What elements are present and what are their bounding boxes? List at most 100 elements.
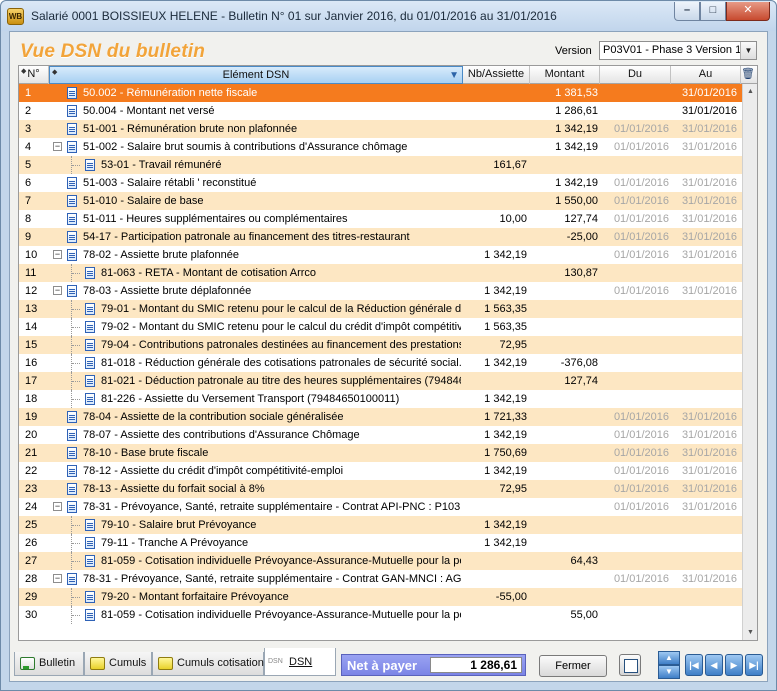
au-cell xyxy=(673,534,737,552)
trash-icon[interactable]: 🗑 xyxy=(741,68,755,81)
tree-connector xyxy=(72,597,80,598)
table-row[interactable]: 29 79-20 - Montant forfaitaire Prévoyance… xyxy=(19,588,742,606)
document-icon xyxy=(67,177,77,189)
document-icon xyxy=(85,159,95,171)
table-row[interactable]: 25 79-10 - Salaire brut Prévoyance 1 342,1… xyxy=(19,516,742,534)
column-header-du[interactable]: Du xyxy=(600,66,671,84)
tab-dsn[interactable]: DSN DSN xyxy=(264,648,336,676)
table-row[interactable]: 17 81-021 - Déduction patronale au titre … xyxy=(19,372,742,390)
element-label: 81-063 - RETA - Montant de cotisation Ar… xyxy=(101,267,317,279)
row-number: 18 xyxy=(25,393,38,405)
column-header-nb-assiette[interactable]: Nb/Assiette xyxy=(463,66,530,84)
au-cell xyxy=(673,354,737,372)
element-label: 78-13 - Assiette du forfait social à 8% xyxy=(83,483,265,495)
element-cell: 81-059 - Cotisation individuelle Prévoya… xyxy=(51,552,461,570)
table-row[interactable]: 14 79-02 - Montant du SMIC retenu pour le… xyxy=(19,318,742,336)
table-row[interactable]: 11 81-063 - RETA - Montant de cotisation … xyxy=(19,264,742,282)
scroll-up-icon[interactable]: ▲ xyxy=(743,84,757,99)
close-window-button[interactable]: ✕ xyxy=(726,2,770,21)
element-code: 54-17 xyxy=(83,231,112,243)
element-label: 78-10 - Base brute fiscale xyxy=(83,447,209,459)
table-row[interactable]: 7 51-010 - Salaire de base 1 550,00 01/01/2… xyxy=(19,192,742,210)
minimize-button[interactable]: – xyxy=(674,2,700,21)
table-row[interactable]: 4 − 51-002 - Salaire brut soumis à contrib… xyxy=(19,138,742,156)
first-record-button[interactable]: |◀ xyxy=(685,654,703,676)
fermer-button[interactable]: Fermer xyxy=(539,655,607,677)
tab-cumuls-cotisation[interactable]: Cumuls cotisation xyxy=(152,652,264,676)
element-description: Assiette brute déplafonnée xyxy=(120,285,252,297)
nb-assiette-cell xyxy=(465,606,527,624)
table-row[interactable]: 10 − 78-02 - Assiette brute plafonnée 1 342… xyxy=(19,246,742,264)
column-header-au[interactable]: Au xyxy=(671,66,741,84)
table-row[interactable]: 27 81-059 - Cotisation individuelle Prévo… xyxy=(19,552,742,570)
table-row[interactable]: 19 78-04 - Assiette de la contribution so… xyxy=(19,408,742,426)
table-row[interactable]: 6 51-003 - Salaire rétabli ' reconstitué 1… xyxy=(19,174,742,192)
maximize-button[interactable]: □ xyxy=(700,2,726,21)
montant-cell xyxy=(532,408,598,426)
table-row[interactable]: 28 − 78-31 - Prévoyance, Santé, retraite s… xyxy=(19,570,742,588)
element-code: 78-31 xyxy=(83,501,112,513)
row-move-buttons: ▲ ▼ xyxy=(658,651,680,679)
table-row[interactable]: 20 78-07 - Assiette des contributions d'A… xyxy=(19,426,742,444)
au-cell: 31/01/2016 xyxy=(681,231,737,243)
scroll-down-icon[interactable]: ▼ xyxy=(743,625,757,640)
element-label: 81-059 - Cotisation individuelle Prévoya… xyxy=(101,606,461,624)
table-row[interactable]: 3 51-001 - Rémunération brute non plafonn… xyxy=(19,120,742,138)
table-row[interactable]: 18 81-226 - Assiette du Versement Transpo… xyxy=(19,390,742,408)
montant-cell xyxy=(532,336,598,354)
table-row[interactable]: 26 79-11 - Tranche A Prévoyance 1 342,19 xyxy=(19,534,742,552)
collapse-toggle-icon[interactable]: − xyxy=(53,286,62,295)
move-up-button[interactable]: ▲ xyxy=(658,651,680,665)
last-record-button[interactable]: ▶| xyxy=(745,654,763,676)
tab-cumuls[interactable]: Cumuls xyxy=(84,652,152,676)
version-select[interactable]: P03V01 - Phase 3 Version 1 ▼ xyxy=(599,41,757,60)
collapse-toggle-icon[interactable]: − xyxy=(53,574,62,583)
client-area: Vue DSN du bulletin Version P03V01 - Pha… xyxy=(9,31,768,682)
nb-assiette-cell xyxy=(465,372,527,390)
au-cell: 31/01/2016 xyxy=(681,465,737,477)
table-row[interactable]: 5 53-01 - Travail rémunéré 161,67 xyxy=(19,156,742,174)
collapse-toggle-icon[interactable]: − xyxy=(53,142,62,151)
element-description: Assiette du crédit d'impôt compétitivité… xyxy=(120,465,344,477)
collapse-toggle-icon[interactable]: − xyxy=(53,250,62,259)
element-code: 78-02 xyxy=(83,249,112,261)
table-row[interactable]: 23 78-13 - Assiette du forfait social à 8… xyxy=(19,480,742,498)
table-row[interactable]: 16 81-018 - Réduction générale des cotisa… xyxy=(19,354,742,372)
previous-record-button[interactable]: ◀ xyxy=(705,654,723,676)
row-number: 19 xyxy=(25,411,38,423)
table-row[interactable]: 13 79-01 - Montant du SMIC retenu pour le… xyxy=(19,300,742,318)
filter-icon[interactable]: ▼ xyxy=(449,67,459,84)
page-title: Vue DSN du bulletin xyxy=(20,41,206,62)
table-row[interactable]: 1 50.002 - Rémunération nette fiscale 1 38… xyxy=(19,84,742,102)
document-icon xyxy=(67,447,77,459)
next-record-button[interactable]: ▶ xyxy=(725,654,743,676)
tab-bulletin[interactable]: Bulletin xyxy=(14,652,84,676)
chevron-down-icon[interactable]: ▼ xyxy=(740,42,756,59)
table-row[interactable]: 8 51-011 - Heures supplémentaires ou comp… xyxy=(19,210,742,228)
table-row[interactable]: 2 50.004 - Montant net versé 1 286,61 31/01… xyxy=(19,102,742,120)
column-header-element[interactable]: ◆ Elément DSN ▼ xyxy=(49,66,463,84)
row-number: 13 xyxy=(25,303,38,315)
move-down-button[interactable]: ▼ xyxy=(658,665,680,679)
element-code: 50.004 xyxy=(83,105,117,117)
table-row[interactable]: 15 79-04 - Contributions patronales desti… xyxy=(19,336,742,354)
element-label: 51-003 - Salaire rétabli ' reconstitué xyxy=(83,177,257,189)
column-header-montant[interactable]: Montant xyxy=(530,66,600,84)
table-row[interactable]: 22 78-12 - Assiette du crédit d'impôt com… xyxy=(19,462,742,480)
vertical-scrollbar[interactable]: ▲ ▼ xyxy=(742,84,757,640)
au-cell: 31/01/2016 xyxy=(681,447,737,459)
table-row[interactable]: 12 − 78-03 - Assiette brute déplafonnée 1 3… xyxy=(19,282,742,300)
table-row[interactable]: 9 54-17 - Participation patronale au fina… xyxy=(19,228,742,246)
title-bar[interactable]: WB Salarié 0001 BOISSIEUX HELENE - Bulle… xyxy=(1,1,776,31)
au-cell xyxy=(673,606,737,624)
table-row[interactable]: 21 78-10 - Base brute fiscale 1 750,69 01/0… xyxy=(19,444,742,462)
column-header-num[interactable]: ◆ N° xyxy=(19,66,49,84)
collapse-toggle-icon[interactable]: − xyxy=(53,502,62,511)
au-cell: 31/01/2016 xyxy=(681,87,737,99)
table-row[interactable]: 24 − 78-31 - Prévoyance, Santé, retraite s… xyxy=(19,498,742,516)
element-label: 54-17 - Participation patronale au finan… xyxy=(83,231,410,243)
print-preview-icon[interactable] xyxy=(619,654,641,676)
table-row[interactable]: 30 81-059 - Cotisation individuelle Prévo… xyxy=(19,606,742,624)
element-code: 78-10 xyxy=(83,447,112,459)
element-code: 78-31 xyxy=(83,573,112,585)
